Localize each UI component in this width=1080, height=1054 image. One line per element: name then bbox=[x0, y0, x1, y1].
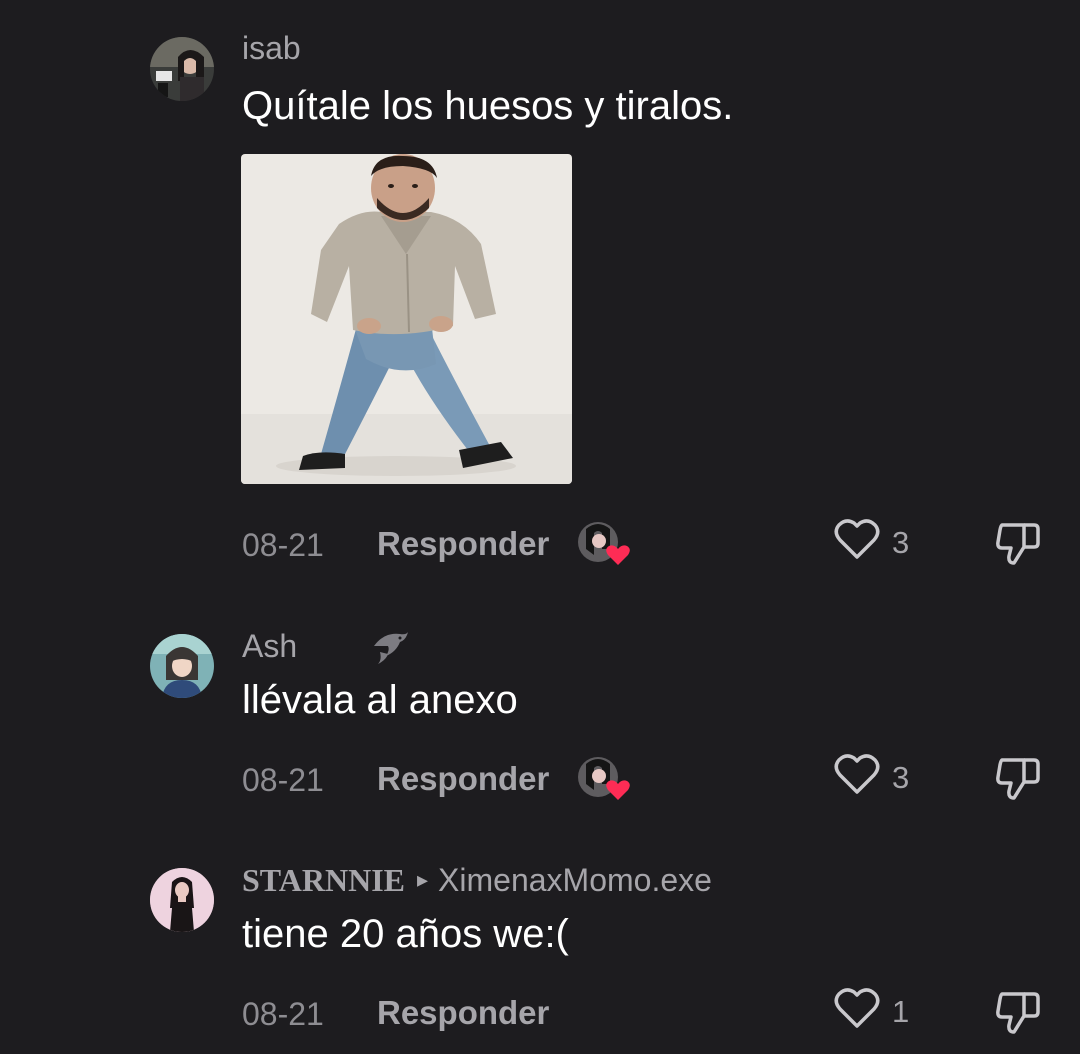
reply-button[interactable]: Responder bbox=[377, 525, 549, 563]
comment-image[interactable] bbox=[241, 154, 572, 484]
like-count: 3 bbox=[892, 525, 910, 560]
creator-liked-badge bbox=[578, 754, 630, 804]
comment-item: isab Quítale los huesos y tiralos. 08-21… bbox=[0, 0, 1080, 590]
comment-item: Ash llévala al anexo 08-21 Responder 3 bbox=[0, 600, 1080, 830]
heart-outline-icon bbox=[834, 519, 880, 559]
username-text[interactable]: STARNNIE bbox=[242, 862, 405, 898]
reply-button[interactable]: Responder bbox=[377, 760, 549, 798]
comment-meta: 08-21 Responder 3 bbox=[242, 519, 1072, 569]
comment-meta: 08-21 Responder 1 bbox=[242, 988, 1072, 1038]
heart-outline-icon bbox=[834, 988, 880, 1028]
comment-date: 08-21 bbox=[242, 527, 324, 563]
like-count: 3 bbox=[892, 760, 910, 795]
dislike-button[interactable] bbox=[994, 756, 1042, 807]
avatar[interactable] bbox=[150, 37, 214, 101]
thumbs-down-icon bbox=[996, 992, 1040, 1034]
avatar[interactable] bbox=[150, 868, 214, 932]
username: STARNNIE ▸ XimenaxMomo.exe bbox=[242, 862, 712, 899]
creator-avatar-heart-icon bbox=[578, 757, 630, 800]
comment-date: 08-21 bbox=[242, 996, 324, 1032]
dislike-button[interactable] bbox=[994, 521, 1042, 572]
heart-outline-icon bbox=[834, 754, 880, 794]
username[interactable]: Ash bbox=[242, 628, 408, 665]
dislike-button[interactable] bbox=[994, 990, 1042, 1041]
comment-text: llévala al anexo bbox=[242, 678, 518, 722]
comment-date: 08-21 bbox=[242, 762, 324, 798]
avatar-image bbox=[150, 868, 214, 932]
comment-text: Quítale los huesos y tiralos. bbox=[242, 84, 734, 128]
like-count: 1 bbox=[892, 994, 910, 1029]
avatar[interactable] bbox=[150, 634, 214, 698]
reply-button[interactable]: Responder bbox=[377, 994, 549, 1032]
man-posing-photo bbox=[241, 154, 572, 484]
avatar-image bbox=[150, 634, 214, 698]
thumbs-down-icon bbox=[996, 758, 1040, 800]
reply-to-username[interactable]: XimenaxMomo.exe bbox=[438, 862, 712, 898]
reply-arrow-icon: ▸ bbox=[417, 867, 429, 892]
username-text: Ash bbox=[242, 628, 298, 664]
creator-liked-badge bbox=[578, 519, 630, 569]
creator-avatar-heart-icon bbox=[578, 522, 630, 565]
dolphin-icon bbox=[374, 632, 408, 664]
avatar-image bbox=[150, 37, 214, 101]
thumbs-down-icon bbox=[996, 523, 1040, 565]
username[interactable]: isab bbox=[242, 30, 301, 67]
comment-text: tiene 20 años we:( bbox=[242, 912, 569, 956]
comment-meta: 08-21 Responder 3 bbox=[242, 754, 1072, 804]
comment-item: STARNNIE ▸ XimenaxMomo.exe tiene 20 años w… bbox=[0, 834, 1080, 1054]
